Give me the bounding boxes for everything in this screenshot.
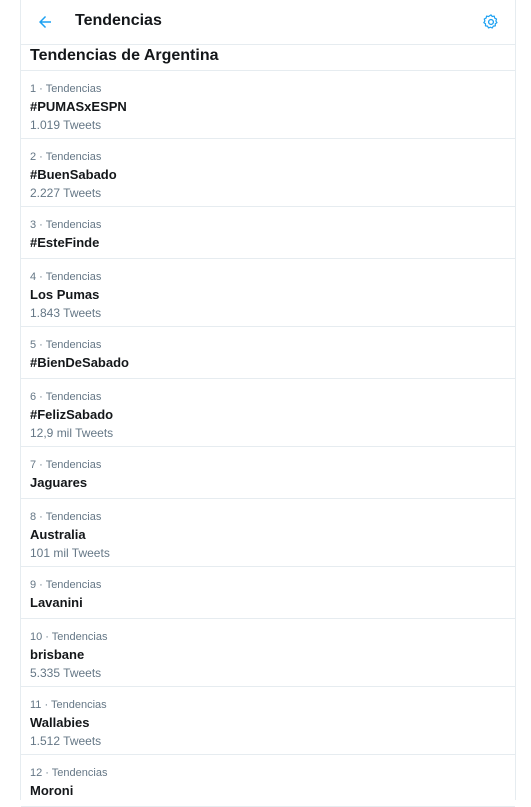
page-title: Tendencias [75,12,162,29]
trend-name: #FelizSabado [30,407,114,422]
trend-tweet-count: 101 mil Tweets [30,546,110,560]
trend-meta: 7 · Tendencias [30,459,102,471]
trend-tweet-count: 1.843 Tweets [30,306,102,320]
trend-meta: 12 · Tendencias [30,767,108,779]
trend-meta: 10 · Tendencias [30,631,108,643]
trend-meta: 1 · Tendencias [30,83,102,95]
trend-meta: 11 · Tendencias [30,699,107,711]
trend-name: Moroni [30,783,74,798]
trend-name: #BienDeSabado [30,355,129,370]
gear-icon [483,14,498,29]
trend-item[interactable]: 11 · Tendencias Wallabies 1.512 Tweets [21,687,515,755]
trend-meta: 3 · Tendencias [30,219,102,231]
trend-item[interactable]: 10 · Tendencias brisbane 5.335 Tweets [21,619,515,687]
trend-tweet-count: 1.019 Tweets [30,118,102,132]
trend-item[interactable]: 9 · Tendencias Lavanini [21,567,515,619]
trend-name: brisbane [30,647,85,662]
trend-list: 1 · Tendencias #PUMASxESPN 1.019 Tweets 2 ·… [21,71,515,807]
trend-meta: 2 · Tendencias [30,151,102,163]
trend-item[interactable]: 4 · Tendencias Los Pumas 1.843 Tweets [21,259,515,327]
trend-name: Los Pumas [30,287,100,302]
trend-name: Jaguares [30,475,88,490]
trend-meta: 9 · Tendencias [30,579,102,591]
trend-name: #PUMASxESPN [30,99,127,114]
trend-item[interactable]: 12 · Tendencias Moroni [21,755,515,807]
trend-item[interactable]: 6 · Tendencias #FelizSabado 12,9 mil Tweet… [21,379,515,447]
trend-tweet-count: 1.512 Tweets [30,734,102,748]
trend-name: #BuenSabado [30,167,117,182]
back-button[interactable] [31,8,59,36]
trend-item[interactable]: 2 · Tendencias #BuenSabado 2.227 Tweets [21,139,515,207]
section-title: Tendencias de Argentina [21,45,515,71]
trend-meta: 6 · Tendencias [30,391,102,403]
arrow-left-icon [39,16,51,28]
trend-item[interactable]: 5 · Tendencias #BienDeSabado [21,327,515,379]
trend-name: Lavanini [30,595,83,610]
trend-tweet-count: 12,9 mil Tweets [30,426,114,440]
trend-tweet-count: 5.335 Tweets [30,666,102,680]
trend-name: Australia [30,527,86,542]
trend-meta: 8 · Tendencias [30,511,102,523]
settings-button[interactable] [477,8,505,36]
trend-meta: 5 · Tendencias [30,339,102,351]
trends-column: Tendencias Tendencias de Argentina 1 · T… [20,0,516,807]
trend-item[interactable]: 1 · Tendencias #PUMASxESPN 1.019 Tweets [21,71,515,139]
trend-item[interactable]: 7 · Tendencias Jaguares [21,447,515,499]
top-bar: Tendencias [21,0,515,45]
trend-tweet-count: 2.227 Tweets [30,186,102,200]
trend-meta: 4 · Tendencias [30,271,102,283]
trend-name: #EsteFinde [30,235,100,250]
trend-item[interactable]: 3 · Tendencias #EsteFinde [21,207,515,259]
trend-name: Wallabies [30,715,90,730]
trend-item[interactable]: 8 · Tendencias Australia 101 mil Tweets [21,499,515,567]
